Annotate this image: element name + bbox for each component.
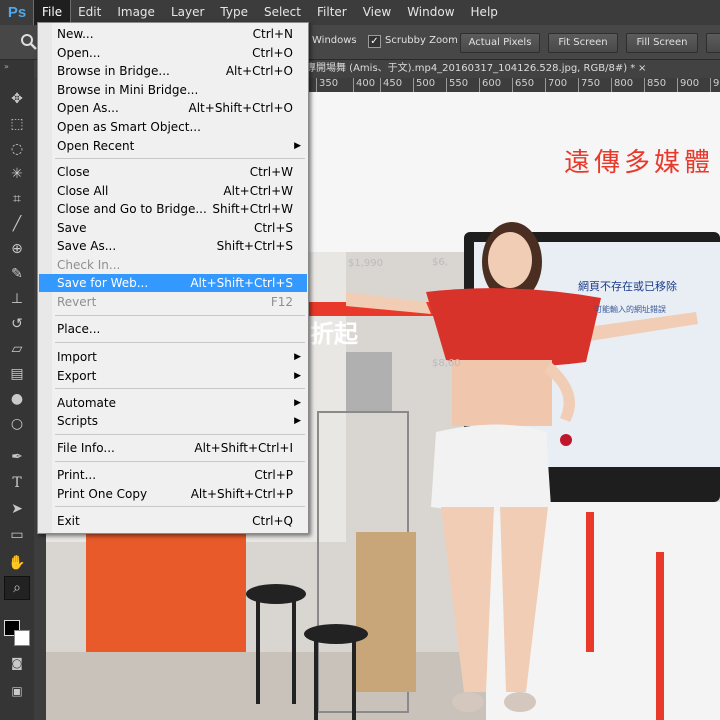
- menu-item-close[interactable]: Close Ctrl+W: [39, 163, 307, 181]
- price-tag: $6,: [432, 257, 448, 268]
- menu-item-scripts[interactable]: Scripts ▶: [39, 412, 307, 430]
- menu-item-check-in: Check In...: [57, 258, 121, 272]
- lasso-icon[interactable]: ◌: [5, 138, 29, 160]
- zoom-icon[interactable]: ⌕: [4, 576, 30, 600]
- ruler-tick: 400: [353, 78, 375, 92]
- resize-windows-label: Windows: [312, 35, 357, 46]
- ruler-tick: 500: [413, 78, 435, 92]
- menu-item-open[interactable]: Open... Ctrl+O: [39, 44, 307, 62]
- dodge-icon[interactable]: ○: [5, 413, 29, 435]
- submenu-arrow-icon: ▶: [294, 416, 301, 426]
- menu-item-browse-in-bridge[interactable]: Browse in Bridge... Alt+Ctrl+O: [39, 62, 307, 80]
- fit-screen-button[interactable]: Fit Screen: [548, 33, 618, 53]
- menu-item-revert: Revert F12: [57, 295, 293, 309]
- type-icon[interactable]: T: [5, 472, 29, 494]
- tools-panel: » ✥ ⬚ ◌ ✳ ⌗ ╱ ⊕ ✎ ⊥ ↺ ▱ ▤ ● ○ ✒ T ➤ ▭ ✋ …: [0, 60, 35, 720]
- brush-icon[interactable]: ✎: [5, 263, 29, 285]
- menu-item-save-for-web[interactable]: Save for Web... Alt+Shift+Ctrl+S: [39, 274, 307, 292]
- actual-pixels-button[interactable]: Actual Pixels: [460, 33, 540, 53]
- submenu-arrow-icon: ▶: [294, 371, 301, 381]
- banner-text: 遠傳多媒體: [564, 148, 715, 178]
- move-icon[interactable]: ✥: [5, 88, 29, 110]
- menu-item-open-as-smart-object[interactable]: Open as Smart Object...: [39, 118, 307, 136]
- menu-separator: [55, 342, 305, 343]
- hand-icon[interactable]: ✋: [5, 552, 29, 574]
- blur-icon[interactable]: ●: [5, 388, 29, 410]
- ruler-tick: 550: [446, 78, 468, 92]
- submenu-arrow-icon: ▶: [294, 141, 301, 151]
- price-tag: $8,60: [432, 358, 461, 369]
- screen-message: 網頁不存在或已移除: [578, 280, 677, 293]
- pen-icon[interactable]: ✒: [5, 446, 29, 468]
- healing-brush-icon[interactable]: ⊕: [5, 238, 29, 260]
- fill-screen-button[interactable]: Fill Screen: [626, 33, 698, 53]
- submenu-arrow-icon: ▶: [294, 398, 301, 408]
- document-title: 專開場舞 (Amis、于文).mp4_20160317_104126.528.j…: [306, 63, 636, 74]
- ruler-tick: 450: [380, 78, 402, 92]
- menu-item-import[interactable]: Import ▶: [39, 348, 307, 366]
- marquee-icon[interactable]: ⬚: [5, 113, 29, 135]
- scrubby-zoom-checkbox[interactable]: ✓: [368, 35, 381, 48]
- gradient-icon[interactable]: ▤: [5, 363, 29, 385]
- path-selection-icon[interactable]: ➤: [5, 498, 29, 520]
- menu-help[interactable]: Help: [463, 0, 506, 25]
- ruler-tick: 650: [512, 78, 534, 92]
- collapse-panel-icon[interactable]: »: [4, 62, 9, 71]
- menu-item-export[interactable]: Export ▶: [39, 367, 307, 385]
- file-menu-dropdown: New... Ctrl+N Open... Ctrl+O Browse in Bri…: [37, 22, 309, 534]
- ruler-tick: 700: [545, 78, 567, 92]
- submenu-arrow-icon: ▶: [294, 352, 301, 362]
- menu-separator: [55, 158, 305, 159]
- close-tab-icon[interactable]: ×: [638, 60, 646, 78]
- menu-item-new[interactable]: New... Ctrl+N: [39, 25, 307, 43]
- clone-stamp-icon[interactable]: ⊥: [5, 288, 29, 310]
- ruler-tick: 600: [479, 78, 501, 92]
- menu-filter[interactable]: Filter: [309, 0, 355, 25]
- ruler-tick: 350: [316, 78, 338, 92]
- menu-separator: [55, 315, 305, 316]
- menu-item-close-and-go-to-bridge[interactable]: Close and Go to Bridge... Shift+Ctrl+W: [39, 200, 307, 218]
- ruler-tick: 950: [710, 78, 720, 92]
- ruler-tick: 850: [644, 78, 666, 92]
- menu-item-open-recent[interactable]: Open Recent ▶: [39, 137, 307, 155]
- menu-item-print-one-copy[interactable]: Print One Copy Alt+Shift+Ctrl+P: [39, 485, 307, 503]
- eyedropper-icon[interactable]: ╱: [5, 213, 29, 235]
- menu-item-browse-in-mini-bridge[interactable]: Browse in Mini Bridge...: [39, 81, 307, 99]
- menu-item-close-all[interactable]: Close All Alt+Ctrl+W: [39, 182, 307, 200]
- menu-item-place[interactable]: Place...: [39, 320, 307, 338]
- menu-item-open-as[interactable]: Open As... Alt+Shift+Ctrl+O: [39, 99, 307, 117]
- menu-item-save[interactable]: Save Ctrl+S: [39, 219, 307, 237]
- screen-subtext: 可能輸入的網址錯誤: [594, 305, 666, 314]
- history-brush-icon[interactable]: ↺: [5, 313, 29, 335]
- crop-icon[interactable]: ⌗: [5, 188, 29, 210]
- magic-wand-icon[interactable]: ✳: [5, 163, 29, 185]
- zoom-tool-icon: [21, 34, 37, 50]
- menu-separator: [55, 388, 305, 389]
- ruler-tick: 800: [611, 78, 633, 92]
- menu-item-exit[interactable]: Exit Ctrl+Q: [39, 512, 307, 530]
- menu-item-save-as[interactable]: Save As... Shift+Ctrl+S: [39, 237, 307, 255]
- menu-window[interactable]: Window: [399, 0, 462, 25]
- quick-mask-icon[interactable]: ◙: [5, 652, 29, 674]
- menu-item-print[interactable]: Print... Ctrl+P: [39, 466, 307, 484]
- menu-separator: [55, 434, 305, 435]
- menu-separator: [55, 506, 305, 507]
- photoshop-logo: Ps: [7, 4, 27, 21]
- screen-mode-icon[interactable]: ▣: [5, 680, 29, 702]
- background-color-swatch[interactable]: [14, 630, 30, 646]
- sale-sign-text: 折起: [310, 320, 358, 348]
- menu-separator: [55, 461, 305, 462]
- menu-item-automate[interactable]: Automate ▶: [39, 394, 307, 412]
- ruler-tick: 900: [677, 78, 699, 92]
- eraser-icon[interactable]: ▱: [5, 338, 29, 360]
- menu-view[interactable]: View: [355, 0, 399, 25]
- print-size-button[interactable]: [706, 33, 720, 53]
- menu-item-file-info[interactable]: File Info... Alt+Shift+Ctrl+I: [39, 439, 307, 457]
- rectangle-icon[interactable]: ▭: [5, 524, 29, 546]
- price-tag: $1,990: [348, 258, 383, 269]
- ruler-tick: 750: [578, 78, 600, 92]
- scrubby-zoom-label: Scrubby Zoom: [385, 35, 458, 46]
